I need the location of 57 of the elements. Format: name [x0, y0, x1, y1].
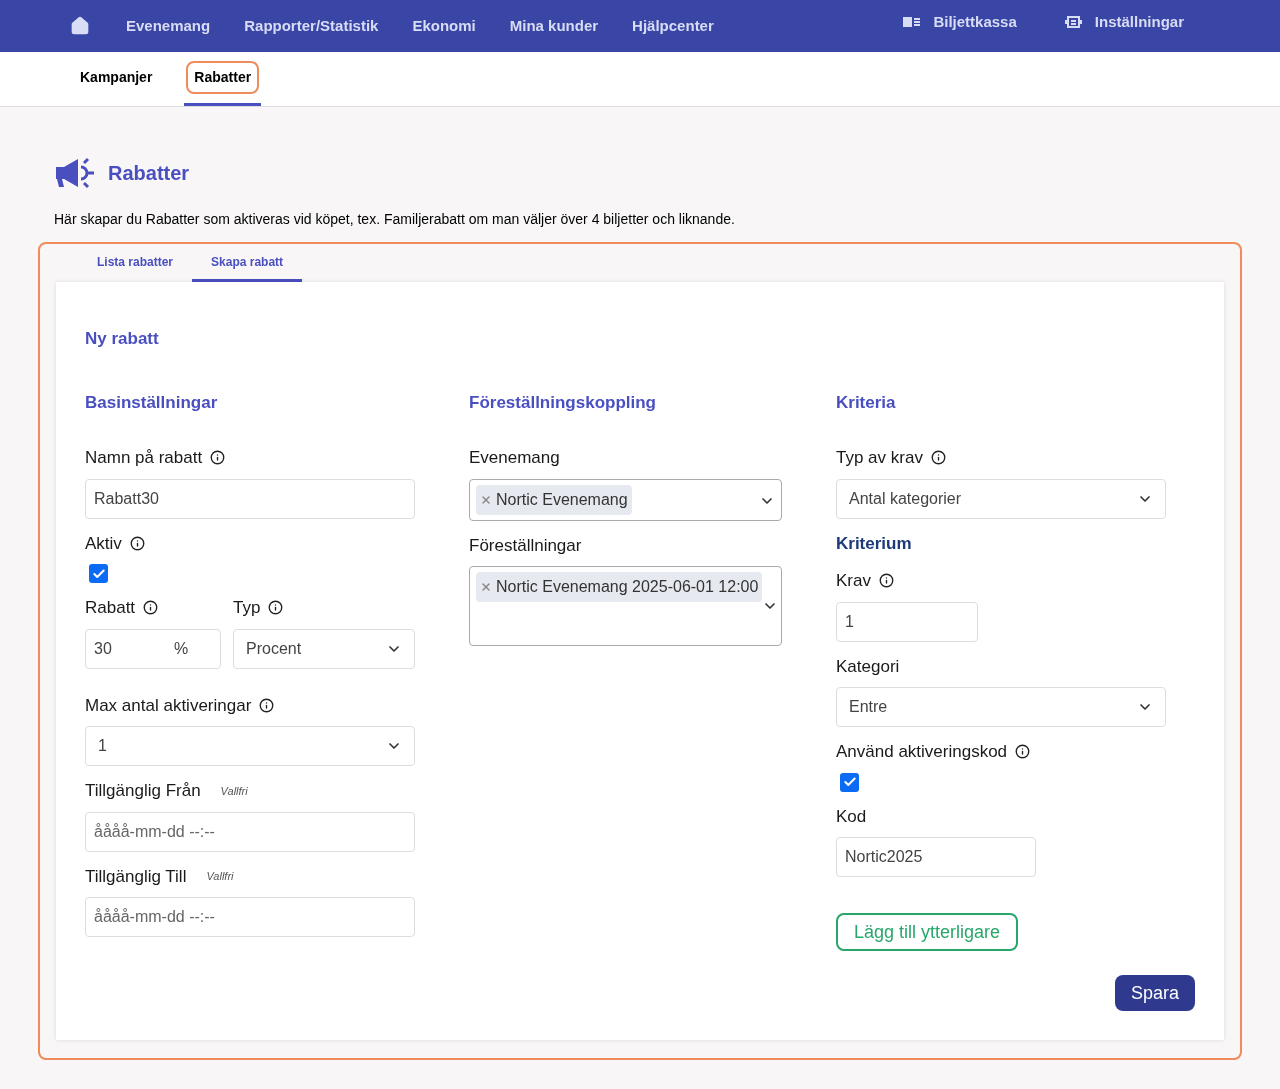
field-label: Typ av krav — [836, 447, 923, 469]
save-button[interactable]: Spara — [1114, 975, 1195, 1011]
nav-link[interactable]: Hjälpcenter — [632, 14, 714, 38]
checkmark-icon — [91, 566, 106, 581]
percent-field[interactable]: 30 % — [85, 628, 221, 669]
select-field[interactable]: 1 — [85, 726, 415, 766]
nav-link[interactable]: Ekonomi — [412, 14, 476, 38]
remove-icon[interactable] — [480, 581, 492, 593]
optional-note: Vallfri — [206, 869, 234, 884]
section-heading: Kriteria — [836, 391, 897, 414]
settings-icon — [1064, 16, 1083, 28]
field-label: Max antal aktiveringar — [85, 694, 252, 717]
subnav-tab[interactable]: Kampanjer — [70, 52, 163, 106]
field-label: Evenemang — [469, 447, 560, 469]
tab[interactable]: Lista rabatter — [78, 244, 193, 282]
field-label: Föreställningar — [469, 534, 582, 557]
page-description: Här skapar du Rabatter som aktiveras vid köpet, tex. Familjerabatt om man väljer över 4 biljetter och liknande. — [54, 210, 736, 229]
checkbox[interactable] — [89, 564, 108, 583]
page-title: Rabatter — [108, 161, 190, 186]
multi-select-field[interactable]: Nortic Evenemang — [469, 478, 782, 521]
nav-link[interactable]: Mina kunder — [509, 14, 599, 38]
text-field[interactable]: Nortic2025 — [836, 837, 1036, 877]
text-field[interactable]: åååå-mm-dd --:-- — [85, 897, 415, 937]
optional-note: Vallfri — [220, 783, 248, 799]
subheading: Kriterium — [836, 532, 913, 555]
field-label: Aktiv — [85, 532, 122, 555]
field-label: Använd aktiveringskod — [836, 741, 1008, 763]
field-label: Krav — [836, 570, 871, 592]
home-icon[interactable] — [70, 16, 90, 36]
text-field[interactable]: 1 — [836, 601, 978, 642]
remove-icon[interactable] — [480, 493, 492, 506]
text-field[interactable]: åååå-mm-dd --:-- — [85, 811, 415, 852]
text-field[interactable]: Rabatt30 — [85, 478, 415, 519]
nav-link[interactable]: Evenemang — [126, 14, 211, 38]
section-heading: Basinställningar — [85, 391, 219, 414]
checkbox[interactable] — [840, 772, 859, 792]
selected-tag[interactable]: Nortic Evenemang 2025-06-01 12:00 — [476, 572, 763, 602]
select-field[interactable]: Entre — [836, 687, 1166, 727]
nav-link[interactable]: Inställningar — [1064, 10, 1184, 34]
field-label: Typ — [233, 597, 261, 619]
form-title: Ny rabatt — [85, 328, 160, 350]
section-heading: Föreställningskoppling — [469, 391, 657, 414]
field-label: Tillgänglig Från — [85, 780, 201, 802]
megaphone-icon — [54, 157, 96, 189]
nav-link[interactable]: Biljettkassa — [903, 10, 1017, 34]
select-field[interactable]: Procent — [233, 628, 415, 669]
checkmark-icon — [842, 775, 857, 789]
selected-tag[interactable]: Nortic Evenemang — [476, 484, 632, 515]
multi-select-field[interactable]: Nortic Evenemang 2025-06-01 12:00 — [469, 566, 782, 646]
ticket-icon — [903, 16, 922, 28]
field-label: Kategori — [836, 655, 900, 678]
field-label: Kod — [836, 805, 867, 828]
select-field[interactable]: Antal kategorier — [836, 478, 1166, 519]
field-label: Namn på rabatt — [85, 447, 203, 469]
field-label: Rabatt — [85, 597, 136, 619]
nav-link[interactable]: Rapporter/Statistik — [244, 14, 379, 38]
field-label: Tillgänglig Till — [85, 865, 187, 888]
